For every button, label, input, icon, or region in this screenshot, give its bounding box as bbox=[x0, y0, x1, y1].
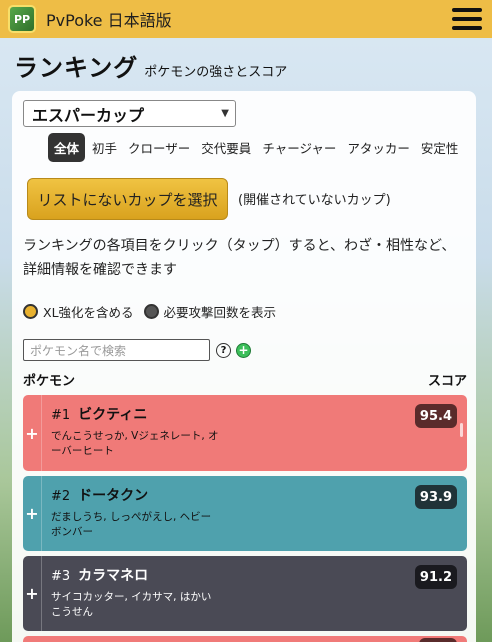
tab-overall[interactable]: 全体 bbox=[48, 133, 86, 162]
app-header: PP PvPoke 日本語版 bbox=[0, 0, 492, 38]
ranking-row[interactable]: + #3 カラマネロ サイコカッター, イカサマ, はかいこうせん 91.2 bbox=[23, 556, 467, 631]
xl-toggle-icon bbox=[23, 304, 38, 319]
tab-attackers[interactable]: アタッカー bbox=[343, 134, 414, 161]
tab-switches[interactable]: 交代要員 bbox=[197, 134, 255, 161]
tab-closers[interactable]: クローザー bbox=[124, 134, 194, 161]
role-tabs: 全体 初手 クローザー 交代要員 チャージャー アタッカー 安定性 bbox=[48, 133, 465, 162]
chevron-down-icon: ▼ bbox=[221, 108, 229, 119]
pokemon-search-input[interactable]: ポケモン名で検索 bbox=[23, 339, 210, 361]
tab-chargers[interactable]: チャージャー bbox=[258, 134, 340, 161]
ranking-row[interactable]: + #1 ビクティニ でんこうせっか, Vジェネレート, オーバーヒート 95.… bbox=[23, 395, 467, 471]
page-subtitle: ポケモンの強さとスコア bbox=[144, 65, 288, 80]
xl-toggle[interactable]: XL強化を含める bbox=[23, 302, 134, 321]
score-badge: 93.9 bbox=[414, 485, 457, 509]
tab-leads[interactable]: 初手 bbox=[88, 134, 121, 161]
ranking-row[interactable]: + #2 ドータクン だましうち, しっぺがえし, ヘビーボンバー 93.9 bbox=[23, 476, 467, 551]
score-badge bbox=[419, 638, 457, 642]
moveset: だましうち, しっぺがえし, ヘビーボンバー bbox=[51, 511, 212, 538]
moveset: でんこうせっか, Vジェネレート, オーバーヒート bbox=[51, 430, 219, 457]
pokemon-name: ドータクン bbox=[78, 488, 149, 504]
score-badge: 91.2 bbox=[414, 565, 457, 589]
toggle-row: XL強化を含める 必要攻撃回数を表示 bbox=[23, 302, 286, 321]
select-unlisted-cup-button[interactable]: リストにないカップを選択 bbox=[27, 178, 228, 220]
move-counts-toggle[interactable]: 必要攻撃回数を表示 bbox=[143, 302, 277, 321]
unlisted-cup-note: (開催されていないカップ) bbox=[238, 193, 391, 208]
help-icon[interactable]: ? bbox=[216, 342, 231, 358]
rank-number: #2 bbox=[51, 489, 71, 504]
cup-select[interactable]: エスパーカップ ▼ bbox=[23, 100, 236, 127]
cup-select-value: エスパーカップ bbox=[32, 105, 145, 125]
move-counts-toggle-label: 必要攻撃回数を表示 bbox=[163, 305, 277, 320]
score-badge: 95.4 bbox=[414, 404, 457, 428]
hamburger-menu-icon[interactable] bbox=[452, 8, 482, 30]
row-scrollbar[interactable] bbox=[460, 423, 463, 437]
move-counts-toggle-icon bbox=[143, 304, 159, 319]
add-icon[interactable]: + bbox=[236, 342, 251, 358]
pokemon-name: ビクティニ bbox=[78, 407, 148, 423]
rank-number: #1 bbox=[51, 408, 71, 423]
page-title: ランキング bbox=[14, 54, 139, 82]
expand-plus-icon[interactable]: + bbox=[23, 395, 41, 471]
page-title-row: ランキング ポケモンの強さとスコア bbox=[14, 48, 287, 83]
expand-plus-icon[interactable]: + bbox=[23, 556, 41, 631]
brand-name[interactable]: PvPoke 日本語版 bbox=[46, 7, 172, 31]
column-header-pokemon[interactable]: ポケモン bbox=[23, 370, 75, 389]
moveset: サイコカッター, イカサマ, はかいこうせん bbox=[51, 591, 212, 618]
pvpoke-logo[interactable]: PP bbox=[8, 5, 36, 33]
rankings-panel: エスパーカップ ▼ 全体 初手 クローザー 交代要員 チャージャー アタッカー … bbox=[12, 91, 476, 642]
pokemon-name: カラマネロ bbox=[78, 568, 149, 584]
xl-toggle-label: XL強化を含める bbox=[43, 305, 134, 320]
rank-number: #3 bbox=[51, 569, 71, 584]
ranking-row[interactable] bbox=[23, 636, 467, 642]
ranking-description: ランキングの各項目をクリック（タップ）すると、わざ・相性など、詳細情報を確認でき… bbox=[23, 238, 456, 278]
tab-consistency[interactable]: 安定性 bbox=[417, 134, 463, 161]
search-row: ポケモン名で検索 ? + bbox=[23, 339, 251, 361]
column-header-score[interactable]: スコア bbox=[428, 370, 467, 389]
expand-plus-icon[interactable]: + bbox=[23, 476, 41, 551]
